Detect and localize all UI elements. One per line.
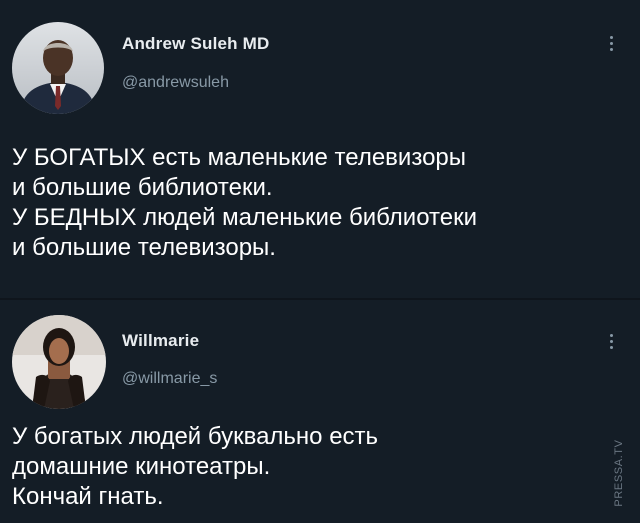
tweet-text-line: У БОГАТЫХ есть маленькие телевизоры: [12, 144, 467, 171]
tweet-text-line: У богатых людей буквально есть: [12, 423, 379, 450]
vertical-ellipsis-icon[interactable]: [608, 36, 614, 51]
tweet-text-line: У БЕДНЫХ людей маленькие библиотеки: [12, 204, 477, 231]
tweet-text-line: и большие телевизоры.: [12, 234, 276, 261]
tweet-text-line: Кончай гнать.: [12, 483, 164, 510]
tweet-text: У богатых людей буквально есть домашние …: [12, 422, 622, 512]
person-photo-icon: [12, 22, 104, 114]
avatar[interactable]: [12, 22, 104, 114]
user-handle[interactable]: @willmarie_s: [122, 370, 217, 388]
tweet-text-line: домашние кинотеатры.: [12, 453, 271, 480]
vertical-ellipsis-icon[interactable]: [608, 334, 614, 349]
person-photo-icon: [12, 315, 106, 409]
display-name[interactable]: Willmarie: [122, 331, 199, 351]
display-name[interactable]: Andrew Suleh MD: [122, 34, 270, 54]
tweet-card[interactable]: Andrew Suleh MD @andrewsuleh У БОГАТЫХ е…: [0, 0, 640, 300]
watermark: PRESSA.TV: [599, 423, 639, 523]
tweet-text: У БОГАТЫХ есть маленькие телевизоры и бо…: [12, 143, 622, 263]
avatar[interactable]: [12, 315, 106, 409]
tweet-card[interactable]: Willmarie @willmarie_s У богатых людей б…: [0, 300, 640, 523]
user-handle[interactable]: @andrewsuleh: [122, 74, 229, 92]
watermark-text: PRESSA.TV: [613, 439, 625, 507]
tweet-text-line: и большие библиотеки.: [12, 174, 273, 201]
